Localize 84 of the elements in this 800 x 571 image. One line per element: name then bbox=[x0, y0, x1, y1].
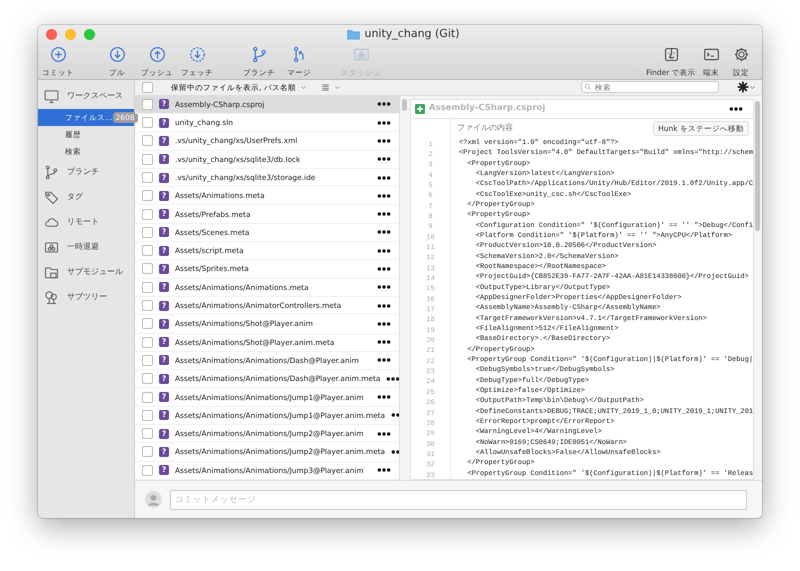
diff-file-name: Assembly-CSharp.csproj bbox=[428, 102, 546, 115]
more-icon[interactable] bbox=[376, 102, 391, 106]
list-icon bbox=[320, 82, 330, 92]
more-icon[interactable] bbox=[376, 322, 391, 326]
sidebar-section[interactable]: タグ bbox=[67, 191, 83, 204]
folder-icon bbox=[44, 264, 59, 280]
more-icon[interactable] bbox=[376, 358, 391, 362]
file-checkbox[interactable] bbox=[142, 392, 153, 403]
settings-menu-button[interactable] bbox=[737, 81, 756, 94]
scrollbar-thumb[interactable] bbox=[755, 100, 760, 231]
pull-icon bbox=[108, 46, 126, 63]
more-icon[interactable] bbox=[376, 194, 391, 198]
more-icon[interactable] bbox=[376, 212, 391, 216]
scrollbar-thumb[interactable] bbox=[402, 98, 407, 111]
sidebar-section[interactable]: リモート bbox=[67, 216, 99, 228]
file-checkbox[interactable] bbox=[142, 154, 153, 165]
file-checkbox[interactable] bbox=[142, 135, 153, 146]
more-icon[interactable] bbox=[376, 176, 391, 180]
more-icon[interactable] bbox=[729, 106, 743, 111]
push-icon bbox=[148, 46, 166, 63]
file-checkbox[interactable] bbox=[142, 354, 153, 366]
sidebar-section[interactable]: 一時退避 bbox=[67, 241, 99, 254]
subtree-icon bbox=[44, 290, 59, 305]
file-checkbox[interactable] bbox=[142, 300, 153, 312]
minimize-button[interactable] bbox=[65, 29, 76, 40]
tag-icon bbox=[44, 190, 59, 205]
finder-icon bbox=[662, 46, 680, 63]
more-icon[interactable] bbox=[386, 376, 399, 381]
sidebar-section[interactable]: サブモジュール bbox=[67, 266, 123, 278]
more-icon[interactable] bbox=[376, 468, 391, 472]
file-checkbox[interactable] bbox=[142, 282, 153, 293]
commit-message-field[interactable]: コミットメッセージ bbox=[170, 490, 747, 510]
file-checkbox[interactable] bbox=[142, 245, 153, 256]
monitor-icon bbox=[44, 88, 59, 104]
caret-icon bbox=[300, 84, 307, 91]
sidebar-section[interactable]: ブランチ bbox=[67, 166, 99, 178]
caret-icon bbox=[749, 84, 756, 91]
more-icon[interactable] bbox=[376, 120, 391, 125]
more-icon[interactable] bbox=[376, 304, 391, 308]
plus-icon bbox=[50, 46, 66, 63]
sidebar-section[interactable]: ワークスペース bbox=[67, 90, 123, 102]
folder-icon bbox=[347, 28, 360, 41]
file-checkbox[interactable] bbox=[142, 318, 153, 330]
stash-icon bbox=[352, 46, 370, 63]
file-checkbox[interactable] bbox=[142, 373, 153, 384]
file-checkbox[interactable] bbox=[142, 410, 153, 421]
file-checkbox[interactable] bbox=[142, 336, 153, 348]
view-options-button[interactable] bbox=[320, 82, 341, 92]
select-all-checkbox[interactable] bbox=[142, 82, 153, 93]
more-icon[interactable] bbox=[376, 395, 391, 400]
file-checkbox[interactable] bbox=[142, 117, 153, 128]
more-icon[interactable] bbox=[376, 138, 391, 143]
section-caption: ファイルの内容 bbox=[456, 122, 513, 134]
settings-icon bbox=[732, 46, 750, 63]
close-button[interactable] bbox=[46, 29, 57, 40]
file-checkbox[interactable] bbox=[142, 263, 153, 274]
file-checkbox[interactable] bbox=[142, 190, 153, 202]
stash-icon bbox=[44, 240, 59, 255]
file-checkbox[interactable] bbox=[142, 226, 153, 238]
zoom-button[interactable] bbox=[84, 29, 95, 40]
more-icon[interactable] bbox=[376, 285, 391, 290]
file-checkbox[interactable] bbox=[142, 446, 153, 458]
more-icon[interactable] bbox=[376, 248, 391, 253]
sidebar-section[interactable]: サブツリー bbox=[67, 291, 107, 304]
fetch-icon bbox=[188, 46, 206, 63]
file-checkbox[interactable] bbox=[142, 172, 153, 183]
file-checkbox[interactable] bbox=[142, 428, 153, 440]
branch-icon bbox=[44, 164, 59, 180]
more-icon[interactable] bbox=[376, 230, 391, 234]
search-icon bbox=[584, 83, 592, 92]
more-icon[interactable] bbox=[376, 432, 391, 436]
window-title: unity_chang (Git) bbox=[364, 26, 460, 42]
terminal-icon bbox=[702, 46, 720, 63]
file-checkbox[interactable] bbox=[142, 98, 153, 110]
more-icon[interactable] bbox=[376, 157, 391, 162]
avatar-icon bbox=[145, 491, 162, 508]
settings-icon bbox=[737, 81, 749, 94]
more-icon[interactable] bbox=[376, 340, 391, 344]
caret-icon bbox=[334, 84, 341, 91]
file-checkbox[interactable] bbox=[142, 464, 153, 476]
file-checkbox[interactable] bbox=[142, 208, 153, 220]
branch-icon bbox=[250, 46, 268, 63]
added-file-icon bbox=[414, 104, 425, 114]
more-icon[interactable] bbox=[376, 266, 391, 271]
